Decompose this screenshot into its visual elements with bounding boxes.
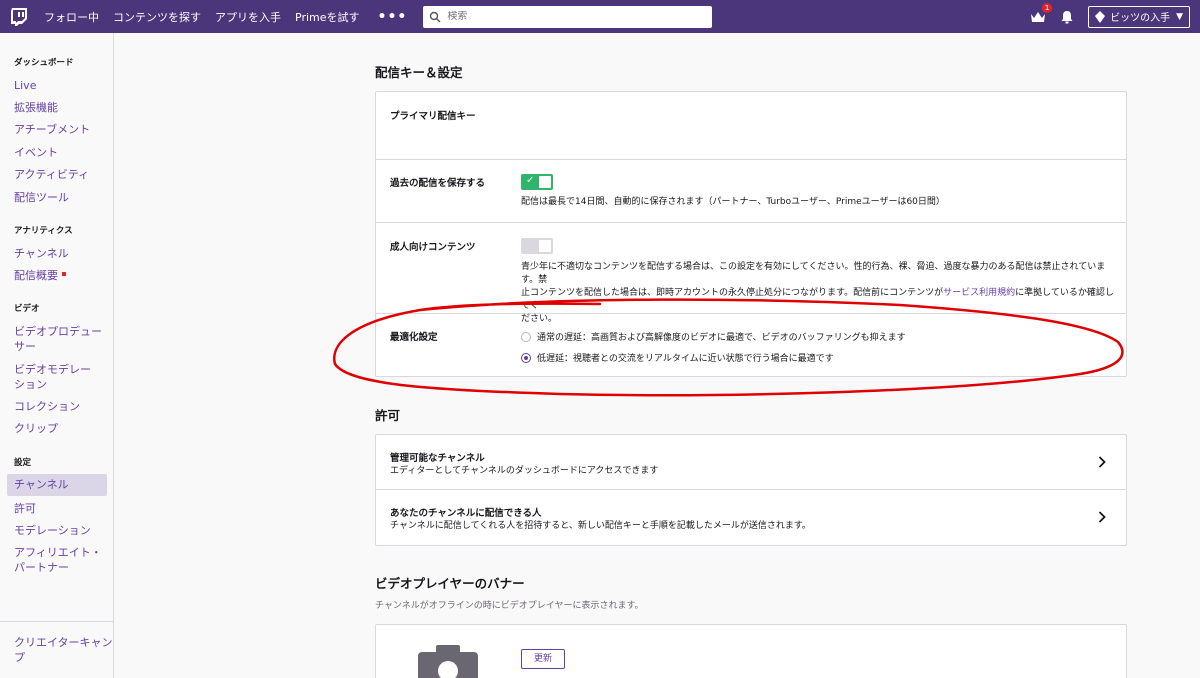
camera-icon: [418, 645, 478, 678]
update-banner-button[interactable]: 更新: [521, 649, 565, 669]
sidebar-item-stream-summary[interactable]: 配信概要: [14, 268, 66, 283]
stream-settings-title: 配信キー＆設定: [375, 65, 463, 80]
save-past-broadcasts-label: 過去の配信を保存する: [390, 178, 486, 189]
chevron-right-icon[interactable]: [1098, 511, 1106, 523]
mature-content-row: 成人向けコンテンツ 青少年に不適切なコンテンツを配信する場合は、この設定を有効に…: [376, 223, 1126, 324]
permissions-card: 管理可能なチャンネル エディターとしてチャンネルのダッシュボードにアクセスできま…: [375, 434, 1127, 546]
option-normal-latency[interactable]: 通常の遅延：高画質および高解像度のビデオに最適で、ビデオのバッファリングも抑えま…: [521, 330, 906, 343]
sidebar-item-permissions[interactable]: 許可: [14, 501, 36, 516]
sidebar-section-video: ビデオ: [14, 304, 40, 314]
save-past-broadcasts-desc: 配信は最長で14日間、自動的に保存されます（パートナー、Turboユーザー、Pr…: [521, 197, 945, 207]
top-nav: フォロー中 コンテンツを探す アプリを入手 Primeを試す ••• 1 ビッツ…: [0, 0, 1200, 33]
sidebar-item-activity[interactable]: アクティビティ: [14, 167, 89, 182]
sidebar-item-label: クリエイターキャン: [14, 636, 113, 649]
check-icon: ✓: [526, 175, 535, 186]
twitch-logo-icon[interactable]: [10, 7, 30, 27]
banner-card: 更新: [375, 624, 1127, 678]
option-low-latency[interactable]: 低遅延：視聴者との交流をリアルタイムに近い状態で行う場合に最適です: [521, 351, 834, 364]
sidebar-item-label: ビデオモデレー: [14, 363, 91, 376]
mature-desc-line2: 止コンテンツを配信した場合は、即時アカウントの永久停止処分につながります。配信前…: [521, 288, 944, 298]
radio-normal-latency[interactable]: [521, 331, 531, 342]
mature-content-label: 成人向けコンテンツ: [390, 242, 476, 253]
sidebar-item-video-producer[interactable]: ビデオプロデュー サー: [14, 324, 102, 354]
sidebar-item-creator-camp[interactable]: クリエイターキャンプ: [14, 635, 113, 665]
sidebar-item-clips[interactable]: クリップ: [14, 421, 58, 436]
sidebar-item-moderation[interactable]: モデレーション: [14, 523, 91, 538]
banner-title: ビデオプレイヤーのバナー: [375, 576, 525, 591]
sidebar-item-label: プ: [14, 651, 25, 664]
sidebar: ダッシュボード Live 拡張機能 アチーブメント イベント アクティビティ 配…: [0, 33, 114, 678]
search-box[interactable]: [423, 5, 713, 28]
sidebar-item-extensions[interactable]: 拡張機能: [14, 100, 58, 115]
sidebar-item-label: サー: [14, 340, 36, 353]
nav-get-app[interactable]: アプリを入手: [215, 9, 281, 25]
toggle-knob: [539, 240, 551, 252]
primary-key-label: プライマリ配信キー: [390, 111, 476, 122]
sidebar-item-streaming-tools[interactable]: 配信ツール: [14, 190, 69, 205]
banner-subtitle: チャンネルがオフラインの時にビデオプレイヤーに表示されます。: [375, 601, 644, 611]
sidebar-divider: [0, 621, 114, 622]
sidebar-section-analytics: アナリティクス: [14, 226, 73, 236]
notification-badge: 1: [1042, 2, 1053, 13]
toggle-knob: [539, 176, 551, 188]
sidebar-item-collections[interactable]: コレクション: [14, 399, 80, 414]
nav-right: 1 ビッツの入手 ▼: [1030, 0, 1190, 33]
sidebar-section-settings: 設定: [14, 458, 32, 468]
stream-settings-card: プライマリ配信キー 過去の配信を保存する ✓ 配信は最長で14日間、自動的に保存…: [375, 91, 1127, 377]
sidebar-item-label: ション: [14, 378, 47, 391]
nav-browse[interactable]: コンテンツを探す: [113, 9, 201, 25]
editable-channels-title: 管理可能なチャンネル: [390, 453, 485, 464]
editable-channels-row[interactable]: 管理可能なチャンネル エディターとしてチャンネルのダッシュボードにアクセスできま…: [376, 435, 1126, 490]
more-menu-icon[interactable]: •••: [378, 9, 408, 25]
get-bits-button[interactable]: ビッツの入手 ▼: [1088, 5, 1190, 28]
bell-icon[interactable]: [1060, 10, 1074, 24]
get-bits-label: ビッツの入手: [1110, 13, 1171, 24]
chevron-right-icon[interactable]: [1098, 456, 1106, 468]
stream-together-desc: チャンネルに配信してくれる人を招待すると、新しい配信キーと手順を記載したメールが…: [390, 521, 811, 531]
terms-of-service-link[interactable]: サービス利用規約: [943, 288, 1015, 298]
radio-low-latency[interactable]: [521, 352, 531, 363]
sidebar-item-channel-settings[interactable]: チャンネル: [7, 474, 107, 496]
new-indicator-dot: [62, 272, 66, 276]
nav-try-prime[interactable]: Primeを試す: [295, 9, 360, 25]
prime-crown-icon[interactable]: 1: [1030, 2, 1053, 24]
primary-key-row: プライマリ配信キー: [376, 92, 1126, 160]
nav-following[interactable]: フォロー中: [44, 9, 99, 25]
chevron-down-icon: ▼: [1176, 11, 1183, 22]
option-low-label: 低遅延：視聴者との交流をリアルタイムに近い状態で行う場合に最適です: [537, 354, 834, 364]
optimization-row: 最適化設定 通常の遅延：高画質および高解像度のビデオに最適で、ビデオのバッファリ…: [376, 314, 1126, 377]
optimization-label: 最適化設定: [390, 332, 438, 343]
permissions-title: 許可: [375, 408, 401, 423]
sidebar-item-video-moderation[interactable]: ビデオモデレー ション: [14, 362, 91, 392]
bits-gem-icon: [1095, 10, 1106, 23]
mature-desc-line1: 青少年に不適切なコンテンツを配信する場合は、この設定を有効にしてください。性的行…: [521, 262, 1106, 285]
option-normal-label: 通常の遅延：高画質および高解像度のビデオに最適で、ビデオのバッファリングも抑えま…: [537, 333, 906, 343]
sidebar-item-events[interactable]: イベント: [14, 145, 58, 160]
save-past-broadcasts-row: 過去の配信を保存する ✓ 配信は最長で14日間、自動的に保存されます（パートナー…: [376, 160, 1126, 223]
sidebar-item-channel-analytics[interactable]: チャンネル: [14, 246, 69, 261]
save-past-broadcasts-toggle[interactable]: ✓: [521, 174, 553, 190]
stream-together-title: あなたのチャンネルに配信できる人: [390, 508, 542, 519]
sidebar-section-dashboard: ダッシュボード: [14, 58, 74, 68]
sidebar-item-achievements[interactable]: アチーブメント: [14, 122, 90, 137]
search-input[interactable]: [447, 11, 698, 22]
sidebar-item-label: アフィリエイト・: [14, 546, 102, 559]
mature-content-toggle[interactable]: [521, 238, 553, 254]
editable-channels-desc: エディターとしてチャンネルのダッシュボードにアクセスできます: [390, 466, 659, 476]
search-icon: [430, 11, 441, 22]
sidebar-item-label: パートナー: [14, 561, 69, 574]
stream-together-row[interactable]: あなたのチャンネルに配信できる人 チャンネルに配信してくれる人を招待すると、新し…: [376, 490, 1126, 546]
sidebar-item-live[interactable]: Live: [14, 78, 36, 93]
sidebar-item-label: 配信概要: [14, 269, 58, 282]
sidebar-item-affiliate-partner[interactable]: アフィリエイト・ パートナー: [14, 545, 102, 575]
sidebar-item-label: ビデオプロデュー: [14, 325, 102, 338]
